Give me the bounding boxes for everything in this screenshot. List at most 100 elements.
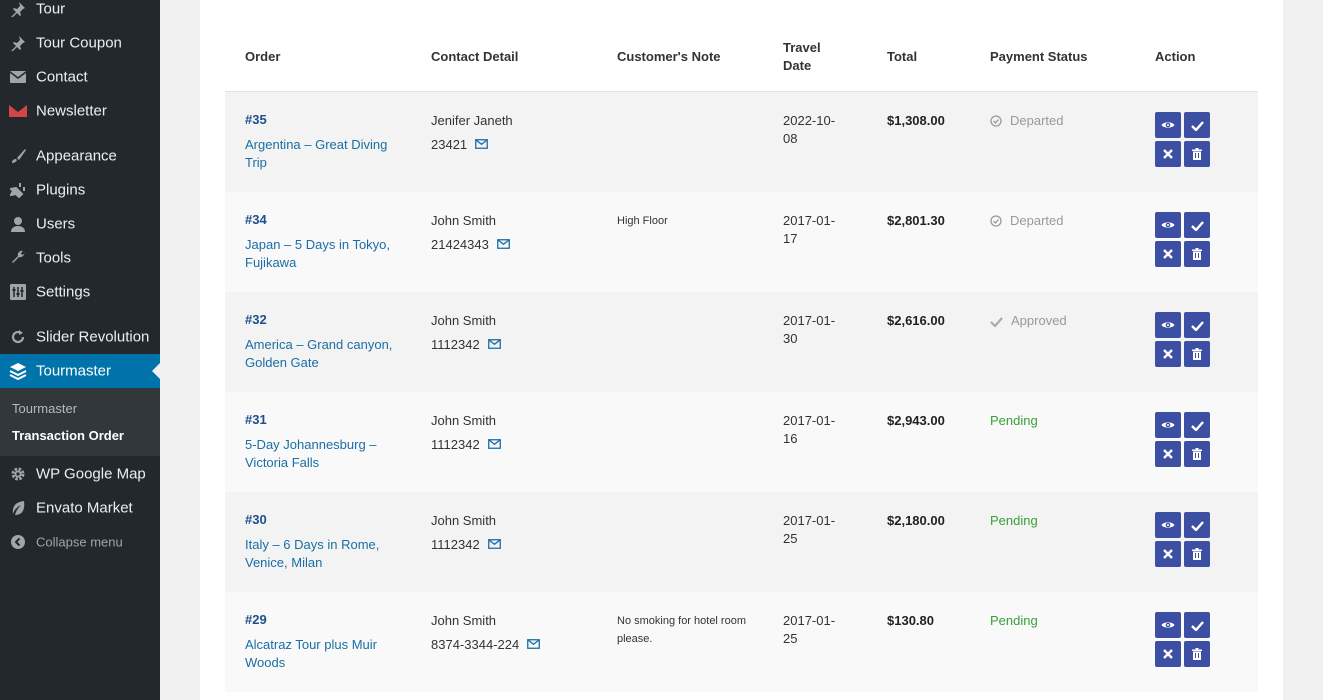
delete-button[interactable] [1184,641,1210,667]
view-button[interactable] [1155,212,1181,238]
menu-item-label: Tour [36,0,66,18]
mail-icon [9,68,27,86]
menu-item-contact[interactable]: Contact [0,60,160,94]
envelope-icon[interactable] [487,536,501,554]
menu-item-plugins[interactable]: Plugins [0,173,160,207]
envelope-icon[interactable] [487,436,501,454]
menu-item-label: Plugins [36,181,86,199]
payment-status-label: Pending [990,413,1038,428]
phone-number: 8374-3344-224 [431,637,520,652]
eye-icon [1161,420,1175,430]
reject-button[interactable] [1155,141,1181,167]
submenu-item-tourmaster[interactable]: Tourmaster [12,401,77,416]
travel-date: 2017-01-25 [783,613,836,646]
view-button[interactable] [1155,512,1181,538]
customer-name: John Smith [431,613,497,628]
menu-item-collapse-menu[interactable]: Collapse menu [0,525,160,559]
reject-button[interactable] [1155,541,1181,567]
admin-sidebar: Tour Tour Coupon Contact Newsletter Appearan… [0,0,160,700]
view-button[interactable] [1155,612,1181,638]
approve-button[interactable] [1184,512,1210,538]
check-circle-icon [990,215,1002,227]
delete-button[interactable] [1184,341,1210,367]
menu-item-tools[interactable]: Tools [0,241,160,275]
menu-item-label: Tools [36,249,72,267]
menu-item-settings[interactable]: Settings [0,275,160,309]
approve-button[interactable] [1184,612,1210,638]
check-circle-icon [990,115,1002,127]
menu-item-label: Newsletter [36,102,107,120]
payment-status: Approved [990,312,1067,330]
order-tour-link[interactable]: Alcatraz Tour plus Muir Woods [245,636,395,672]
column-header-note: Customer's Note [617,49,721,64]
delete-button[interactable] [1184,241,1210,267]
order-tour-link[interactable]: 5-Day Johannesburg – Victoria Falls [245,436,395,472]
pin-icon [9,0,27,18]
menu-item-label: Envato Market [36,499,133,517]
phone-number: 1112342 [431,537,480,552]
payment-status-label: Approved [1011,313,1067,328]
menu-item-tour[interactable]: Tour [0,0,160,26]
order-total: $1,308.00 [887,113,945,128]
close-icon [1163,349,1173,359]
order-tour-link[interactable]: America – Grand canyon, Golden Gate [245,336,395,372]
menu-item-slider-revolution[interactable]: Slider Revolution [0,320,160,354]
travel-date: 2017-01-25 [783,513,836,546]
customer-phone: 8374-3344-224 [431,636,541,654]
view-button[interactable] [1155,312,1181,338]
delete-button[interactable] [1184,441,1210,467]
envelope-icon[interactable] [487,336,501,354]
customer-phone: 1112342 [431,536,501,554]
phone-number: 21424343 [431,237,489,252]
order-id[interactable]: #30 [245,512,267,527]
order-id[interactable]: #32 [245,312,267,327]
payment-status: Pending [990,512,1038,530]
table-row: #32 America – Grand canyon, Golden Gate Jo… [225,292,1258,392]
envelope-icon[interactable] [496,236,510,254]
menu-item-appearance[interactable]: Appearance [0,139,160,173]
table-row: #30 Italy – 6 Days in Rome, Venice, Milan… [225,492,1258,592]
table-row: #35 Argentina – Great Diving Trip Jenifer … [225,92,1258,192]
column-header-action: Action [1155,49,1196,64]
envelope-icon[interactable] [475,136,489,154]
payment-status: Departed [990,212,1063,230]
eye-icon [1161,120,1175,130]
delete-button[interactable] [1184,141,1210,167]
reject-button[interactable] [1155,341,1181,367]
close-icon [1163,549,1173,559]
reject-button[interactable] [1155,641,1181,667]
column-header-status: Payment Status [990,49,1088,64]
order-tour-link[interactable]: Italy – 6 Days in Rome, Venice, Milan [245,536,395,572]
table-row: #29 Alcatraz Tour plus Muir Woods John Smi… [225,592,1258,692]
menu-item-tourmaster[interactable]: Tourmaster [0,354,160,388]
travel-date-header-line2: Date [783,58,812,73]
order-tour-link[interactable]: Japan – 5 Days in Tokyo, Fujikawa [245,236,395,272]
check-icon [1190,620,1204,631]
approve-button[interactable] [1184,312,1210,338]
view-button[interactable] [1155,412,1181,438]
phone-number: 23421 [431,137,468,152]
order-tour-link[interactable]: Argentina – Great Diving Trip [245,136,395,172]
delete-button[interactable] [1184,541,1210,567]
order-id[interactable]: #29 [245,612,267,627]
order-id[interactable]: #31 [245,412,267,427]
menu-item-wp-google-map[interactable]: WP Google Map [0,457,160,491]
menu-item-label: Appearance [36,147,117,165]
menu-item-label: Contact [36,68,88,86]
approve-button[interactable] [1184,212,1210,238]
payment-status-label: Pending [990,513,1038,528]
view-button[interactable] [1155,112,1181,138]
menu-item-users[interactable]: Users [0,207,160,241]
envelope-icon[interactable] [527,636,541,654]
reject-button[interactable] [1155,241,1181,267]
menu-item-envato-market[interactable]: Envato Market [0,491,160,525]
order-id[interactable]: #34 [245,212,267,227]
order-id[interactable]: #35 [245,112,267,127]
submenu-item-transaction-order[interactable]: Transaction Order [12,428,124,443]
approve-button[interactable] [1184,112,1210,138]
phone-number: 1112342 [431,337,480,352]
menu-item-newsletter[interactable]: Newsletter [0,94,160,128]
approve-button[interactable] [1184,412,1210,438]
menu-item-tour-coupon[interactable]: Tour Coupon [0,26,160,60]
reject-button[interactable] [1155,441,1181,467]
